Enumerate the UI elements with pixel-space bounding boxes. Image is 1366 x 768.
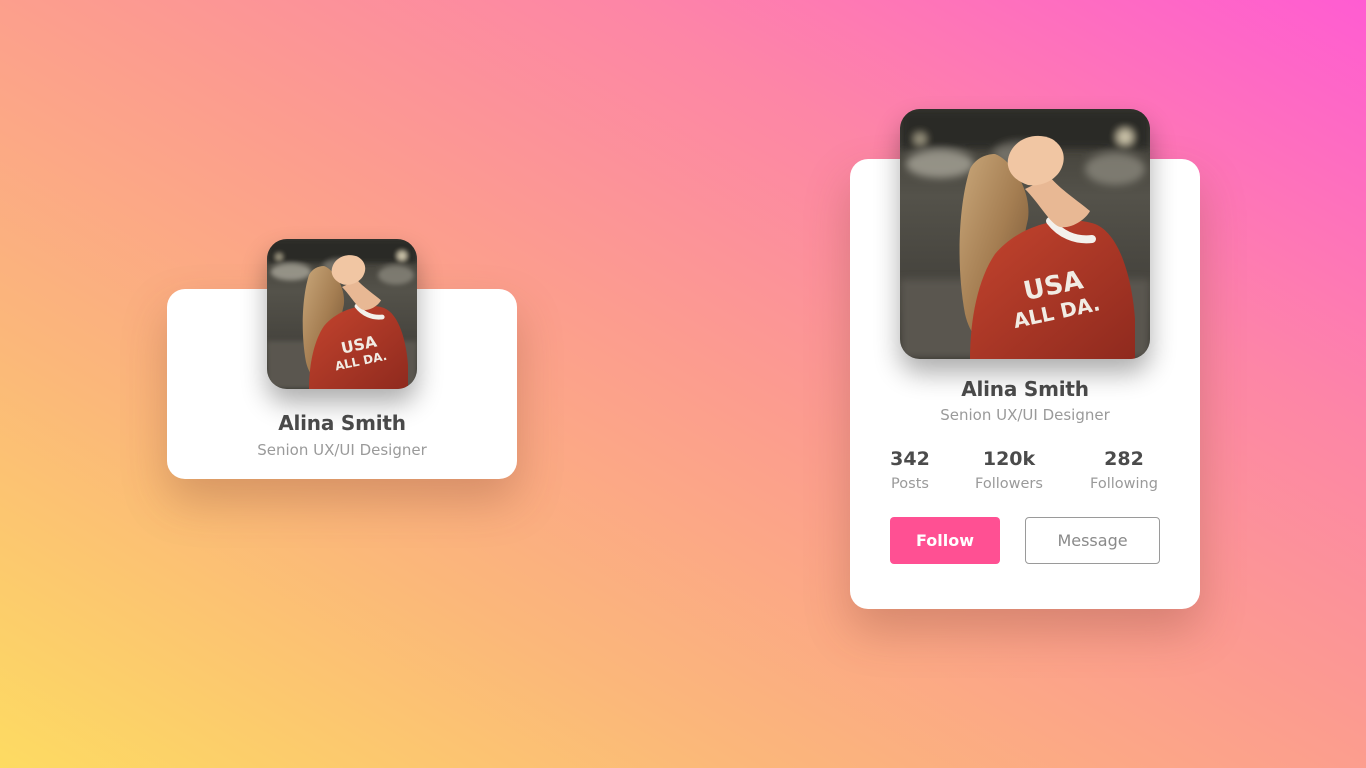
profile-avatar <box>900 109 1150 359</box>
message-button[interactable]: Message <box>1025 517 1160 564</box>
stat-value: 120k <box>982 448 1036 470</box>
stat-label: Followers <box>975 476 1043 492</box>
avatar-photo <box>900 109 1150 359</box>
profile-name: Alina Smith <box>278 411 406 435</box>
stat-label: Posts <box>891 476 929 492</box>
stat-label: Following <box>1090 476 1158 492</box>
profile-avatar <box>267 239 417 389</box>
stat-value: 282 <box>1104 448 1144 470</box>
stat-posts: 342 Posts <box>860 448 960 492</box>
profile-name: Alina Smith <box>961 377 1089 401</box>
stat-followers: 120k Followers <box>959 448 1059 492</box>
follow-button[interactable]: Follow <box>890 517 1000 564</box>
stat-value: 342 <box>890 448 930 470</box>
stat-following: 282 Following <box>1074 448 1174 492</box>
profile-role: Senion UX/UI Designer <box>940 406 1110 424</box>
avatar-photo <box>267 239 417 389</box>
profile-role: Senion UX/UI Designer <box>257 441 427 459</box>
